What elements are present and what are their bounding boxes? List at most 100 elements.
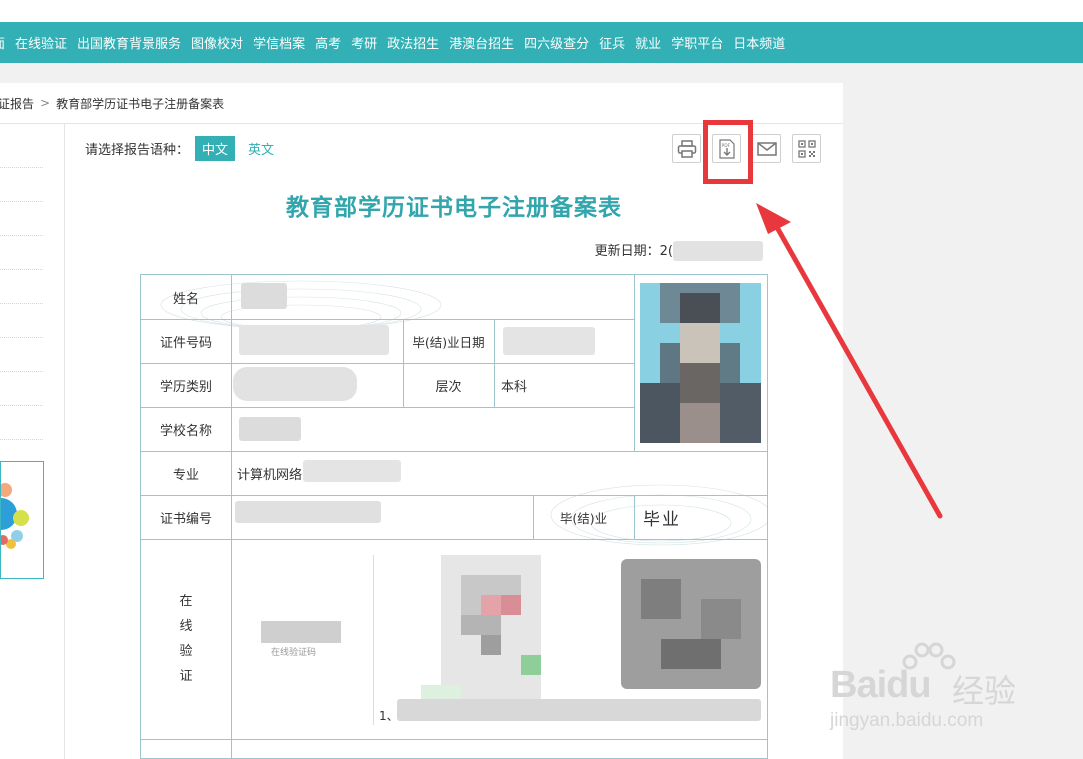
redacted-school (239, 417, 301, 441)
print-button[interactable] (672, 134, 701, 163)
document-title: 教育部学历证书电子注册备案表 (286, 195, 622, 221)
mail-icon (756, 141, 777, 156)
redacted-verify-code (261, 621, 341, 643)
table-grid-line (231, 275, 232, 758)
nav-item-hk-macau-tw[interactable]: 港澳台招生 (449, 33, 514, 52)
nav-item-online-verify[interactable]: 在线验证 (15, 33, 67, 52)
update-date-label: 更新日期： (594, 244, 660, 259)
update-date: 更新日期：2( (595, 240, 763, 262)
printer-icon (677, 139, 696, 158)
redacted-name (241, 283, 287, 309)
baidu-jingyan-watermark: Baidu 经验 jingyan.baidu.com (828, 640, 1083, 750)
nav-item-overseas-service[interactable]: 出国教育背景服务 (77, 33, 181, 52)
lang-english-button[interactable]: 英文 (241, 136, 281, 161)
name-label: 姓名 (172, 292, 199, 307)
nav-item-career-platform[interactable]: 学职平台 (671, 33, 723, 52)
redacted-id (239, 325, 389, 355)
degree-type-label: 学历类别 (159, 380, 212, 395)
major-label: 专业 (172, 468, 199, 483)
update-date-value: 2( (659, 244, 673, 259)
watermark-url: jingyan.baidu.com (830, 710, 984, 731)
sidebar-divider (0, 201, 43, 202)
redacted-stamp (621, 559, 761, 689)
online-verify-char: 验 (179, 644, 193, 659)
grad-status-label: 毕(结)业 (559, 511, 608, 526)
redacted-note (397, 699, 761, 721)
sidebar-divider (0, 303, 43, 304)
nav-item-japan-channel[interactable]: 日本频道 (733, 33, 785, 52)
verify-code-caption: 在线验证码 (271, 648, 317, 658)
left-sidebar (0, 124, 65, 759)
redacted-degree-type (233, 367, 357, 401)
online-verify-char: 在 (179, 594, 193, 609)
student-photo (640, 283, 761, 443)
cert-number-label: 证书编号 (159, 512, 212, 527)
nav-item-cet-score[interactable]: 四六级查分 (524, 33, 589, 52)
table-grid-line (634, 495, 635, 539)
table-grid-line (141, 495, 767, 496)
qrcode-button[interactable] (792, 134, 821, 163)
table-grid-line (141, 739, 767, 740)
watermark-brand: Baidu (830, 664, 932, 707)
pixelated-photo (640, 283, 761, 443)
redacted-date (673, 240, 763, 261)
level-label: 层次 (435, 380, 462, 395)
id-number-label: 证件号码 (159, 336, 212, 351)
table-grid-line (141, 363, 634, 364)
major-value: 计算机网络 (237, 468, 303, 483)
table-grid-line (141, 539, 767, 540)
breadcrumb: 证报告 > 教育部学历证书电子注册备案表 (0, 83, 843, 124)
watermark-suffix: 经验 (952, 672, 1017, 710)
breadcrumb-current: 教育部学历证书电子注册备案表 (56, 96, 225, 111)
redacted-grad-date (503, 327, 595, 355)
sidebar-divider (0, 167, 43, 168)
sidebar-divider (0, 371, 43, 372)
online-verify-label: 在 线 验 证 (141, 589, 231, 689)
online-verify-char: 线 (179, 619, 193, 634)
top-nav: 面 在线验证 出国教育背景服务 图像校对 学信档案 高考 考研 政法招生 港澳台… (0, 22, 1083, 63)
redacted-major (303, 460, 401, 482)
sidebar-divider (0, 235, 43, 236)
grad-status-value: 毕业 (643, 510, 681, 530)
sidebar-promo-image[interactable] (0, 461, 44, 579)
certificate-table: 姓名 证件号码 毕(结)业日期 学历类别 层次 本科 学校名称 专业 计算机网络… (140, 274, 768, 759)
sidebar-divider (0, 337, 43, 338)
level-value: 本科 (501, 380, 528, 395)
qrcode-icon (797, 139, 816, 158)
note-prefix: 1、 (379, 709, 399, 723)
pdf-download-icon: PDF (718, 138, 735, 159)
main-content: 请选择报告语种： 中文 英文 PDF 教育部学历证书电子注册备案表 更新日期：2… (65, 120, 843, 759)
language-selector: 请选择报告语种： 中文 英文 (85, 136, 281, 161)
breadcrumb-parent-link[interactable]: 证报告 (0, 95, 34, 112)
promo-graphic (1, 483, 29, 549)
table-grid-line (141, 451, 767, 452)
top-white-strip (0, 0, 1083, 22)
nav-item-military[interactable]: 征兵 (599, 33, 625, 52)
nav-item-image-check[interactable]: 图像校对 (191, 33, 243, 52)
sidebar-divider (0, 405, 43, 406)
school-name-label: 学校名称 (159, 424, 212, 439)
pdf-icon-text: PDF (721, 143, 730, 149)
watermark-du: du (886, 664, 931, 706)
table-grid-line (634, 275, 635, 451)
sidebar-divider (0, 269, 43, 270)
verify-divider (373, 555, 374, 725)
watermark-bai: Bai (830, 664, 887, 706)
table-grid-line (141, 407, 634, 408)
online-verify-char: 证 (179, 669, 193, 684)
nav-item-law-admission[interactable]: 政法招生 (387, 33, 439, 52)
pdf-download-button[interactable]: PDF (712, 134, 741, 163)
nav-item-kaoyan[interactable]: 考研 (351, 33, 377, 52)
nav-item-xuexin-archive[interactable]: 学信档案 (253, 33, 305, 52)
redacted-cert-number (235, 501, 381, 523)
qrcode-image (421, 555, 541, 705)
nav-item-gaokao[interactable]: 高考 (315, 33, 341, 52)
table-grid-line (141, 319, 634, 320)
nav-item-jobs[interactable]: 就业 (635, 33, 661, 52)
language-prompt: 请选择报告语种： (85, 143, 190, 158)
lang-chinese-button[interactable]: 中文 (195, 136, 236, 161)
nav-item-home[interactable]: 面 (0, 33, 5, 52)
email-button[interactable] (752, 134, 781, 163)
grad-date-label: 毕(结)业日期 (412, 335, 485, 350)
sidebar-divider (0, 439, 43, 440)
